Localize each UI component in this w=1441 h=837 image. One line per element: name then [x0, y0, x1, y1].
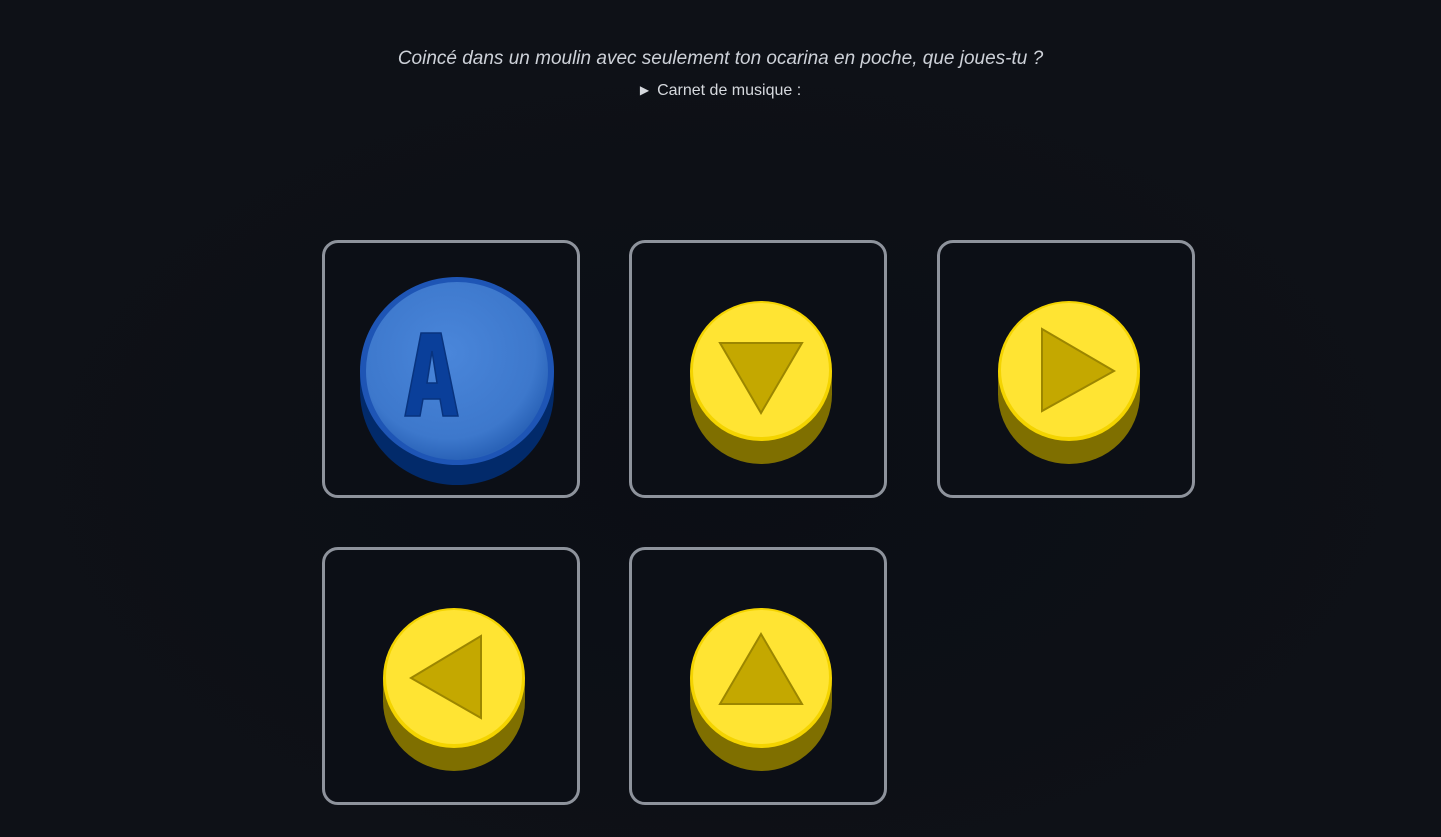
music-notebook-toggle[interactable]: ▶ Carnet de musique :	[0, 82, 1441, 100]
disclosure-triangle-icon: ▶	[639, 83, 650, 97]
question-text: Coincé dans un moulin avec seulement ton…	[397, 48, 1044, 69]
c-right-button-tile[interactable]	[937, 240, 1195, 498]
c-up-button[interactable]	[632, 550, 884, 802]
a-button[interactable]	[325, 243, 577, 495]
c-left-button[interactable]	[325, 550, 577, 802]
c-up-button-tile[interactable]	[629, 547, 887, 805]
c-down-button-tile[interactable]	[629, 240, 887, 498]
c-left-button-tile[interactable]	[322, 547, 580, 805]
c-down-button[interactable]	[632, 243, 884, 495]
c-right-button[interactable]	[940, 243, 1192, 495]
music-notebook-label: Carnet de musique :	[657, 82, 802, 99]
a-button-tile[interactable]	[322, 240, 580, 498]
